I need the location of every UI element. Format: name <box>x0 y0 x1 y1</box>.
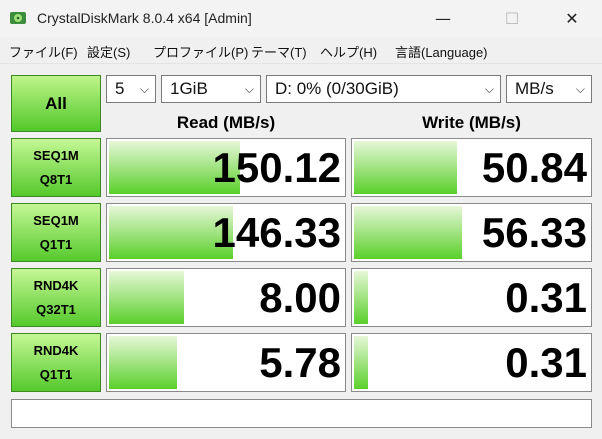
write-bar <box>354 336 368 389</box>
chevron-down-icon: ⌵ <box>139 82 149 96</box>
all-button[interactable]: All <box>11 75 101 132</box>
app-window: CrystalDiskMark 8.0.4 x64 [Admin] — ☐ ✕ … <box>0 0 602 439</box>
menu-file[interactable]: ファイル(F) <box>9 42 78 61</box>
read-result-cell: 8.00 <box>106 268 346 327</box>
write-bar <box>354 141 457 194</box>
minimize-button[interactable]: — <box>420 0 466 38</box>
menu-language[interactable]: 言語(Language) <box>395 42 488 61</box>
read-bar <box>109 336 177 389</box>
test-button-rnd4k-q32t1[interactable]: RND4K Q32T1 <box>11 268 101 327</box>
read-result-cell: 146.33 <box>106 203 346 262</box>
write-result-cell: 0.31 <box>351 268 592 327</box>
read-result-cell: 150.12 <box>106 138 346 197</box>
test-size-select[interactable]: 1GiB ⌵ <box>161 75 261 103</box>
write-result-cell: 0.31 <box>351 333 592 392</box>
menu-bar: ファイル(F) 設定(S) プロファイル(P) テーマ(T) ヘルプ(H) 言語… <box>0 38 602 64</box>
read-value: 5.78 <box>259 339 341 386</box>
write-value: 0.31 <box>505 339 587 386</box>
menu-profile[interactable]: プロファイル(P) <box>153 42 248 61</box>
read-value: 8.00 <box>259 274 341 321</box>
menu-settings[interactable]: 設定(S) <box>87 42 130 61</box>
title-bar: CrystalDiskMark 8.0.4 x64 [Admin] — ☐ ✕ <box>0 0 602 38</box>
write-bar <box>354 271 368 324</box>
unit-select[interactable]: MB/s ⌵ <box>506 75 592 103</box>
test-name: RND4K <box>33 278 79 293</box>
chevron-down-icon: ⌵ <box>575 82 585 96</box>
test-button-seq1m-q1t1[interactable]: SEQ1M Q1T1 <box>11 203 101 262</box>
write-column-header: Write (MB/s) <box>422 113 521 132</box>
menu-theme[interactable]: テーマ(T) <box>251 42 307 61</box>
drive-select[interactable]: D: 0% (0/30GiB) ⌵ <box>266 75 501 103</box>
drive-value: D: 0% (0/30GiB) <box>275 79 399 98</box>
app-disk-icon <box>10 12 26 24</box>
test-params: Q8T1 <box>39 172 73 187</box>
write-value: 50.84 <box>481 144 587 191</box>
chevron-down-icon: ⌵ <box>484 82 494 96</box>
test-name: RND4K <box>33 343 79 358</box>
maximize-button[interactable]: ☐ <box>489 0 535 38</box>
test-count-select[interactable]: 5 ⌵ <box>106 75 156 103</box>
test-params: Q1T1 <box>39 367 73 382</box>
write-bar <box>354 206 462 259</box>
window-title: CrystalDiskMark 8.0.4 x64 [Admin] <box>37 10 252 26</box>
read-value: 150.12 <box>212 144 341 191</box>
write-value: 0.31 <box>505 274 587 321</box>
chevron-down-icon: ⌵ <box>244 82 254 96</box>
test-button-seq1m-q8t1[interactable]: SEQ1M Q8T1 <box>11 138 101 197</box>
read-bar <box>109 271 184 324</box>
test-name: SEQ1M <box>33 148 79 163</box>
write-result-cell: 50.84 <box>351 138 592 197</box>
comment-field[interactable] <box>11 399 592 428</box>
menu-help[interactable]: ヘルプ(H) <box>320 42 377 61</box>
write-result-cell: 56.33 <box>351 203 592 262</box>
write-value: 56.33 <box>481 209 587 256</box>
read-result-cell: 5.78 <box>106 333 346 392</box>
test-size-value: 1GiB <box>170 79 208 98</box>
test-params: Q1T1 <box>39 237 73 252</box>
read-column-header: Read (MB/s) <box>176 113 276 132</box>
read-value: 146.33 <box>212 209 341 256</box>
test-count-value: 5 <box>115 79 125 98</box>
test-params: Q32T1 <box>36 302 76 317</box>
test-name: SEQ1M <box>33 213 79 228</box>
test-button-rnd4k-q1t1[interactable]: RND4K Q1T1 <box>11 333 101 392</box>
unit-value: MB/s <box>515 79 554 98</box>
close-button[interactable]: ✕ <box>549 0 595 38</box>
